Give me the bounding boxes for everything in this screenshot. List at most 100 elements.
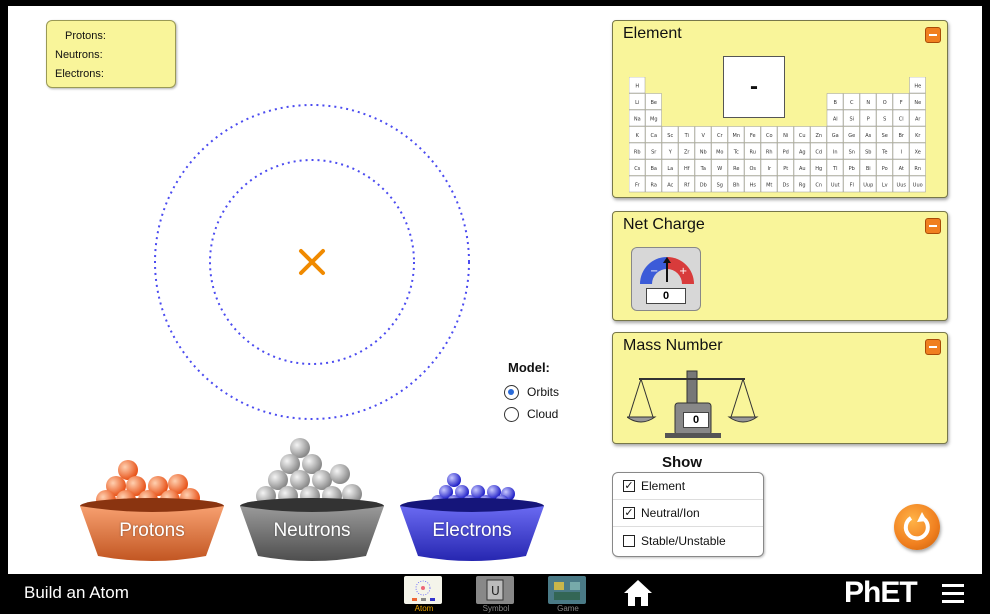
element-cell-N[interactable]: N [859,93,877,110]
element-cell-Fe[interactable]: Fe [744,126,761,143]
element-cell-Co[interactable]: Co [760,126,778,143]
element-cell-Ga[interactable]: Ga [826,126,844,143]
element-collapse-button[interactable] [925,27,941,43]
element-cell-Rg[interactable]: Rg [793,175,811,193]
element-cell-Zn[interactable]: Zn [810,126,827,143]
element-cell-Ni[interactable]: Ni [777,126,794,143]
element-cell-Rb[interactable]: Rb [629,142,646,160]
element-cell-Ag[interactable]: Ag [793,142,811,160]
element-cell-Uuo[interactable]: Uuo [909,175,926,193]
net-charge-collapse-button[interactable] [925,218,941,234]
protons-bucket[interactable]: Protons [78,438,226,564]
tab-game[interactable]: Game [544,574,594,614]
element-cell-Pb[interactable]: Pb [843,159,860,176]
element-cell-Cs[interactable]: Cs [629,159,646,176]
tab-symbol[interactable]: U Symbol [472,574,522,614]
element-cell-Os[interactable]: Os [744,159,761,176]
element-cell-Rf[interactable]: Rf [678,175,695,193]
element-cell-Te[interactable]: Te [876,142,893,160]
atom-view[interactable] [148,96,478,426]
element-cell-W[interactable]: W [711,159,728,176]
show-neutral-ion-option[interactable]: ✓ Neutral/Ion [613,500,763,527]
element-cell-Nb[interactable]: Nb [694,142,712,160]
element-cell-Ne[interactable]: Ne [909,93,926,110]
show-element-option[interactable]: ✓ Element [613,473,763,500]
element-checkbox[interactable]: ✓ [623,480,635,492]
element-cell-Hf[interactable]: Hf [678,159,695,176]
element-cell-Sn[interactable]: Sn [843,142,860,160]
element-cell-Al[interactable]: Al [826,109,844,127]
element-cell-Ar[interactable]: Ar [909,109,926,127]
element-cell-Re[interactable]: Re [727,159,745,176]
element-cell-Ca[interactable]: Ca [645,126,662,143]
element-cell-He[interactable]: He [909,77,926,94]
element-cell-Uus[interactable]: Uus [892,175,910,193]
element-cell-As[interactable]: As [859,126,877,143]
element-cell-Po[interactable]: Po [876,159,893,176]
element-cell-Tc[interactable]: Tc [727,142,745,160]
element-cell-Hs[interactable]: Hs [744,175,761,193]
element-cell-Xe[interactable]: Xe [909,142,926,160]
element-cell-Fr[interactable]: Fr [629,175,646,193]
stable-unstable-checkbox[interactable] [623,534,635,547]
element-cell-Y[interactable]: Y [661,142,679,160]
element-cell-Pd[interactable]: Pd [777,142,794,160]
element-cell-Sc[interactable]: Sc [661,126,679,143]
element-cell-Ru[interactable]: Ru [744,142,761,160]
element-cell-Lv[interactable]: Lv [876,175,893,193]
element-cell-Ta[interactable]: Ta [694,159,712,176]
element-cell-Cn[interactable]: Cn [810,175,827,193]
element-cell-At[interactable]: At [892,159,910,176]
element-cell-Pt[interactable]: Pt [777,159,794,176]
element-cell-F[interactable]: F [892,93,910,110]
element-cell-Na[interactable]: Na [629,109,646,127]
element-cell-Mn[interactable]: Mn [727,126,745,143]
element-cell-Ti[interactable]: Ti [678,126,695,143]
element-cell-Hg[interactable]: Hg [810,159,827,176]
element-cell-K[interactable]: K [629,126,646,143]
reset-all-button[interactable] [894,504,940,550]
menu-button[interactable] [942,584,964,604]
element-cell-Ac[interactable]: Ac [661,175,679,193]
model-option-cloud[interactable]: Cloud [504,403,559,425]
element-cell-Cr[interactable]: Cr [711,126,728,143]
element-cell-Rn[interactable]: Rn [909,159,926,176]
element-cell-Fl[interactable]: Fl [843,175,860,193]
element-cell-I[interactable]: I [892,142,910,160]
electrons-bucket[interactable]: Electrons [398,438,546,564]
element-cell-Sr[interactable]: Sr [645,142,662,160]
neutrons-bucket[interactable]: Neutrons [238,438,386,564]
element-cell-Uup[interactable]: Uup [859,175,877,193]
element-cell-C[interactable]: C [843,93,860,110]
element-cell-Ba[interactable]: Ba [645,159,662,176]
element-cell-In[interactable]: In [826,142,844,160]
show-stable-unstable-option[interactable]: Stable/Unstable [613,527,763,554]
element-cell-Uut[interactable]: Uut [826,175,844,193]
element-cell-Ge[interactable]: Ge [843,126,860,143]
element-cell-Ir[interactable]: Ir [760,159,778,176]
element-cell-Cl[interactable]: Cl [892,109,910,127]
element-cell-Cu[interactable]: Cu [793,126,811,143]
element-cell-Si[interactable]: Si [843,109,860,127]
element-cell-O[interactable]: O [876,93,893,110]
element-cell-H[interactable]: H [629,77,646,94]
element-cell-Rh[interactable]: Rh [760,142,778,160]
element-cell-Zr[interactable]: Zr [678,142,695,160]
element-cell-Br[interactable]: Br [892,126,910,143]
element-cell-Be[interactable]: Be [645,93,662,110]
cloud-radio[interactable] [504,406,519,422]
element-cell-P[interactable]: P [859,109,877,127]
phet-logo[interactable]: PhET [844,576,918,610]
element-cell-Ds[interactable]: Ds [777,175,794,193]
element-cell-Db[interactable]: Db [694,175,712,193]
element-cell-Tl[interactable]: Tl [826,159,844,176]
element-cell-Au[interactable]: Au [793,159,811,176]
neutral-ion-checkbox[interactable]: ✓ [623,507,635,519]
element-cell-Sg[interactable]: Sg [711,175,728,193]
model-option-orbits[interactable]: Orbits [504,381,559,403]
element-cell-Mg[interactable]: Mg [645,109,662,127]
element-cell-La[interactable]: La [661,159,679,176]
element-cell-Ra[interactable]: Ra [645,175,662,193]
element-cell-Mt[interactable]: Mt [760,175,778,193]
element-cell-Sb[interactable]: Sb [859,142,877,160]
